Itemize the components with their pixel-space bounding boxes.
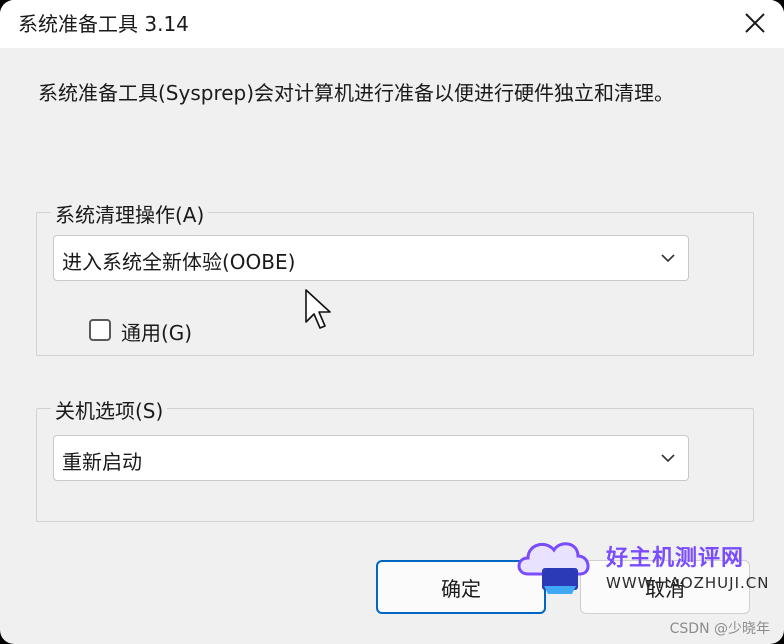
watermark: 好主机测评网 WWW.HAOZHUJI.CN (514, 532, 768, 602)
sysprep-dialog: 系统准备工具 3.14 系统准备工具(Sysprep)会对计算机进行准备以便进行… (0, 0, 784, 644)
credit-text: CSDN @少晓年 (669, 621, 770, 637)
cleanup-action-group: 系统清理操作(A) 进入系统全新体验(OOBE) 通用(G) (36, 199, 754, 356)
cleanup-action-select[interactable]: 进入系统全新体验(OOBE) (53, 235, 689, 281)
shutdown-options-group: 关机选项(S) 重新启动 (36, 395, 754, 522)
chevron-down-icon (661, 254, 675, 263)
title-bar: 系统准备工具 3.14 (0, 0, 784, 48)
close-icon[interactable] (740, 8, 770, 38)
generalize-label: 通用(G) (121, 321, 193, 345)
cleanup-action-value: 进入系统全新体验(OOBE) (62, 250, 296, 274)
shutdown-options-title: 关机选项(S) (51, 395, 168, 424)
shutdown-options-value: 重新启动 (62, 450, 142, 474)
mouse-cursor-icon (305, 289, 331, 329)
window-title: 系统准备工具 3.14 (18, 12, 189, 36)
shutdown-options-select[interactable]: 重新启动 (53, 435, 689, 481)
description-text: 系统准备工具(Sysprep)会对计算机进行准备以便进行硬件独立和清理。 (38, 81, 675, 105)
generalize-checkbox[interactable] (89, 319, 111, 341)
watermark-title: 好主机测评网 (606, 546, 745, 571)
watermark-url: WWW.HAOZHUJI.CN (606, 574, 770, 592)
chevron-down-icon (661, 454, 675, 463)
cleanup-action-title: 系统清理操作(A) (51, 199, 209, 228)
cloud-logo-icon (517, 542, 590, 594)
